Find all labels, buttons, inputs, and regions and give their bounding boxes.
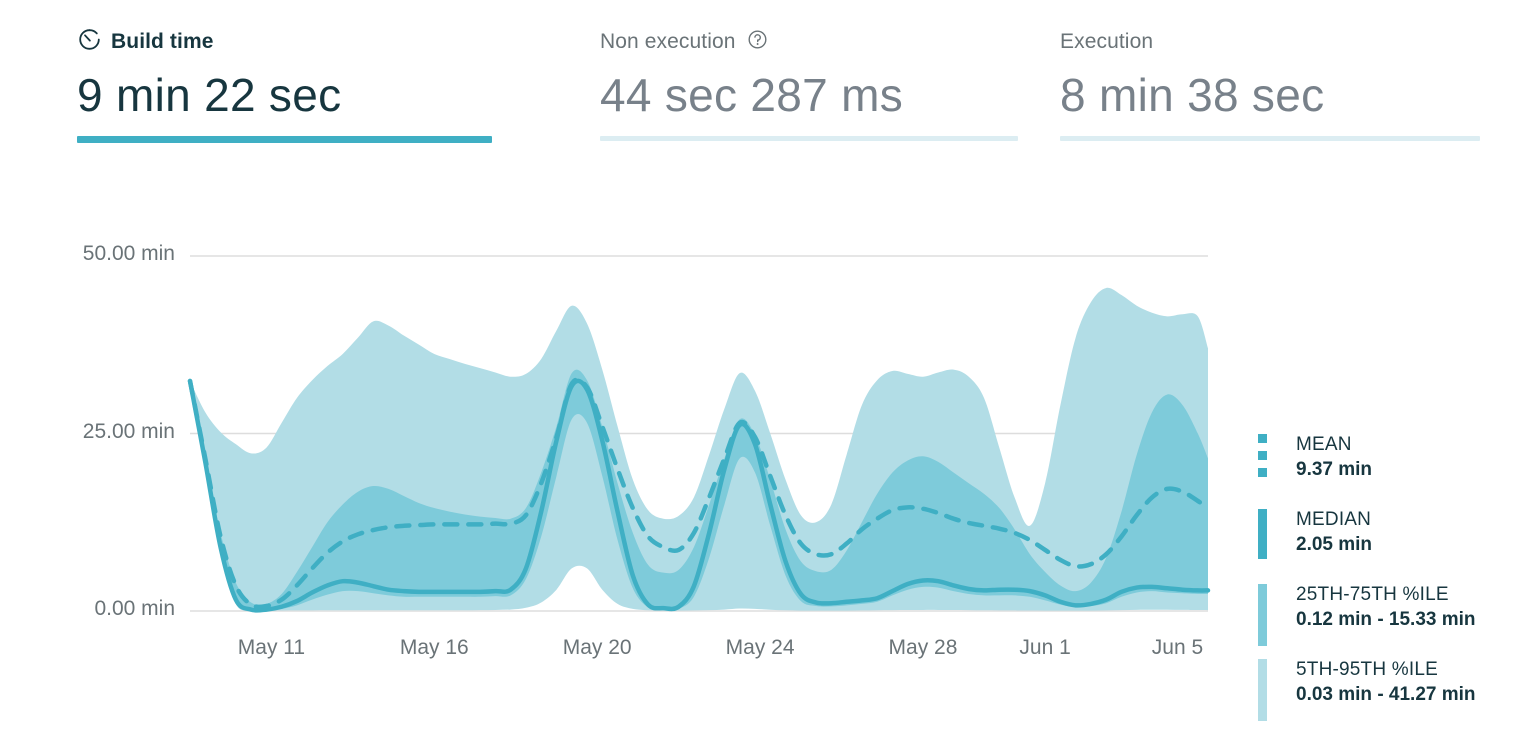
metric-value-build-time: 9 min 22 sec <box>77 69 342 121</box>
x-axis: May 11 May 16 May 20 May 24 May 28 Jun 1 Jun 5 <box>0 636 1250 676</box>
x-tick-label: May 28 <box>888 636 958 659</box>
metric-underline-execution <box>1060 136 1480 141</box>
legend-value: 0.03 min - 41.27 min <box>1296 684 1476 705</box>
help-circle-icon[interactable] <box>747 29 768 55</box>
legend-swatch-p0595-icon <box>1258 659 1267 721</box>
legend-swatch-median-icon <box>1258 509 1267 559</box>
legend-item[interactable]: 5TH-95TH %ILE 0.03 min - 41.27 min <box>1252 657 1522 721</box>
metric-label-execution: Execution <box>1060 30 1154 53</box>
legend-item[interactable]: MEDIAN 2.05 min <box>1252 507 1522 559</box>
metric-value-non-execution: 44 sec 287 ms <box>600 69 904 121</box>
y-tick-label: 0.00 min <box>94 597 175 620</box>
stopwatch-icon <box>77 27 102 57</box>
x-tick-label: May 24 <box>725 636 795 659</box>
metric-header-execution: Execution <box>1060 28 1480 56</box>
x-tick-label: Jun 5 <box>1151 636 1204 659</box>
metric-tab-build-time[interactable]: Build time 9 min 22 sec <box>77 28 492 143</box>
metric-header-build-time: Build time <box>77 28 492 56</box>
legend-title: MEDIAN <box>1296 509 1372 530</box>
metric-underline-non-execution <box>600 136 1018 141</box>
metric-tabs-bar: Build time 9 min 22 sec Non execution 44… <box>0 0 1526 186</box>
legend-swatch-p2575-icon <box>1258 584 1267 646</box>
y-tick-label: 50.00 min <box>82 242 175 265</box>
legend-value: 9.37 min <box>1296 459 1373 480</box>
metric-tab-non-execution[interactable]: Non execution 44 sec 287 ms <box>600 28 1018 141</box>
metric-label-non-execution: Non execution <box>600 30 736 53</box>
x-tick-label: May 20 <box>562 636 632 659</box>
metric-underline-build-time <box>77 136 492 143</box>
legend-title: 25TH-75TH %ILE <box>1296 584 1449 605</box>
legend-value: 0.12 min - 15.33 min <box>1296 609 1476 630</box>
y-axis: 0.00 min 25.00 min 50.00 min <box>35 186 175 626</box>
x-tick-label: Jun 1 <box>1019 636 1071 659</box>
chart-legend: MEAN 9.37 min MEDIAN 2.05 min 25TH-75TH %ILE… <box>1252 432 1522 732</box>
metric-tab-execution[interactable]: Execution 8 min 38 sec <box>1060 28 1480 141</box>
metric-label-build-time: Build time <box>111 30 214 53</box>
legend-title: MEAN <box>1296 434 1352 455</box>
legend-title: 5TH-95TH %ILE <box>1296 659 1438 680</box>
metric-header-non-execution: Non execution <box>600 28 1018 56</box>
legend-swatch-mean-icon <box>1258 434 1267 484</box>
legend-item[interactable]: 25TH-75TH %ILE 0.12 min - 15.33 min <box>1252 582 1522 646</box>
build-time-chart: 0.00 min 25.00 min 50.00 min May 11 May 16 M… <box>0 186 1526 734</box>
x-tick-label: May 11 <box>237 636 306 659</box>
legend-value: 2.05 min <box>1296 534 1373 555</box>
metric-value-execution: 8 min 38 sec <box>1060 69 1325 121</box>
x-tick-label: May 16 <box>399 636 469 659</box>
y-tick-label: 25.00 min <box>82 419 175 443</box>
legend-item[interactable]: MEAN 9.37 min <box>1252 432 1522 484</box>
